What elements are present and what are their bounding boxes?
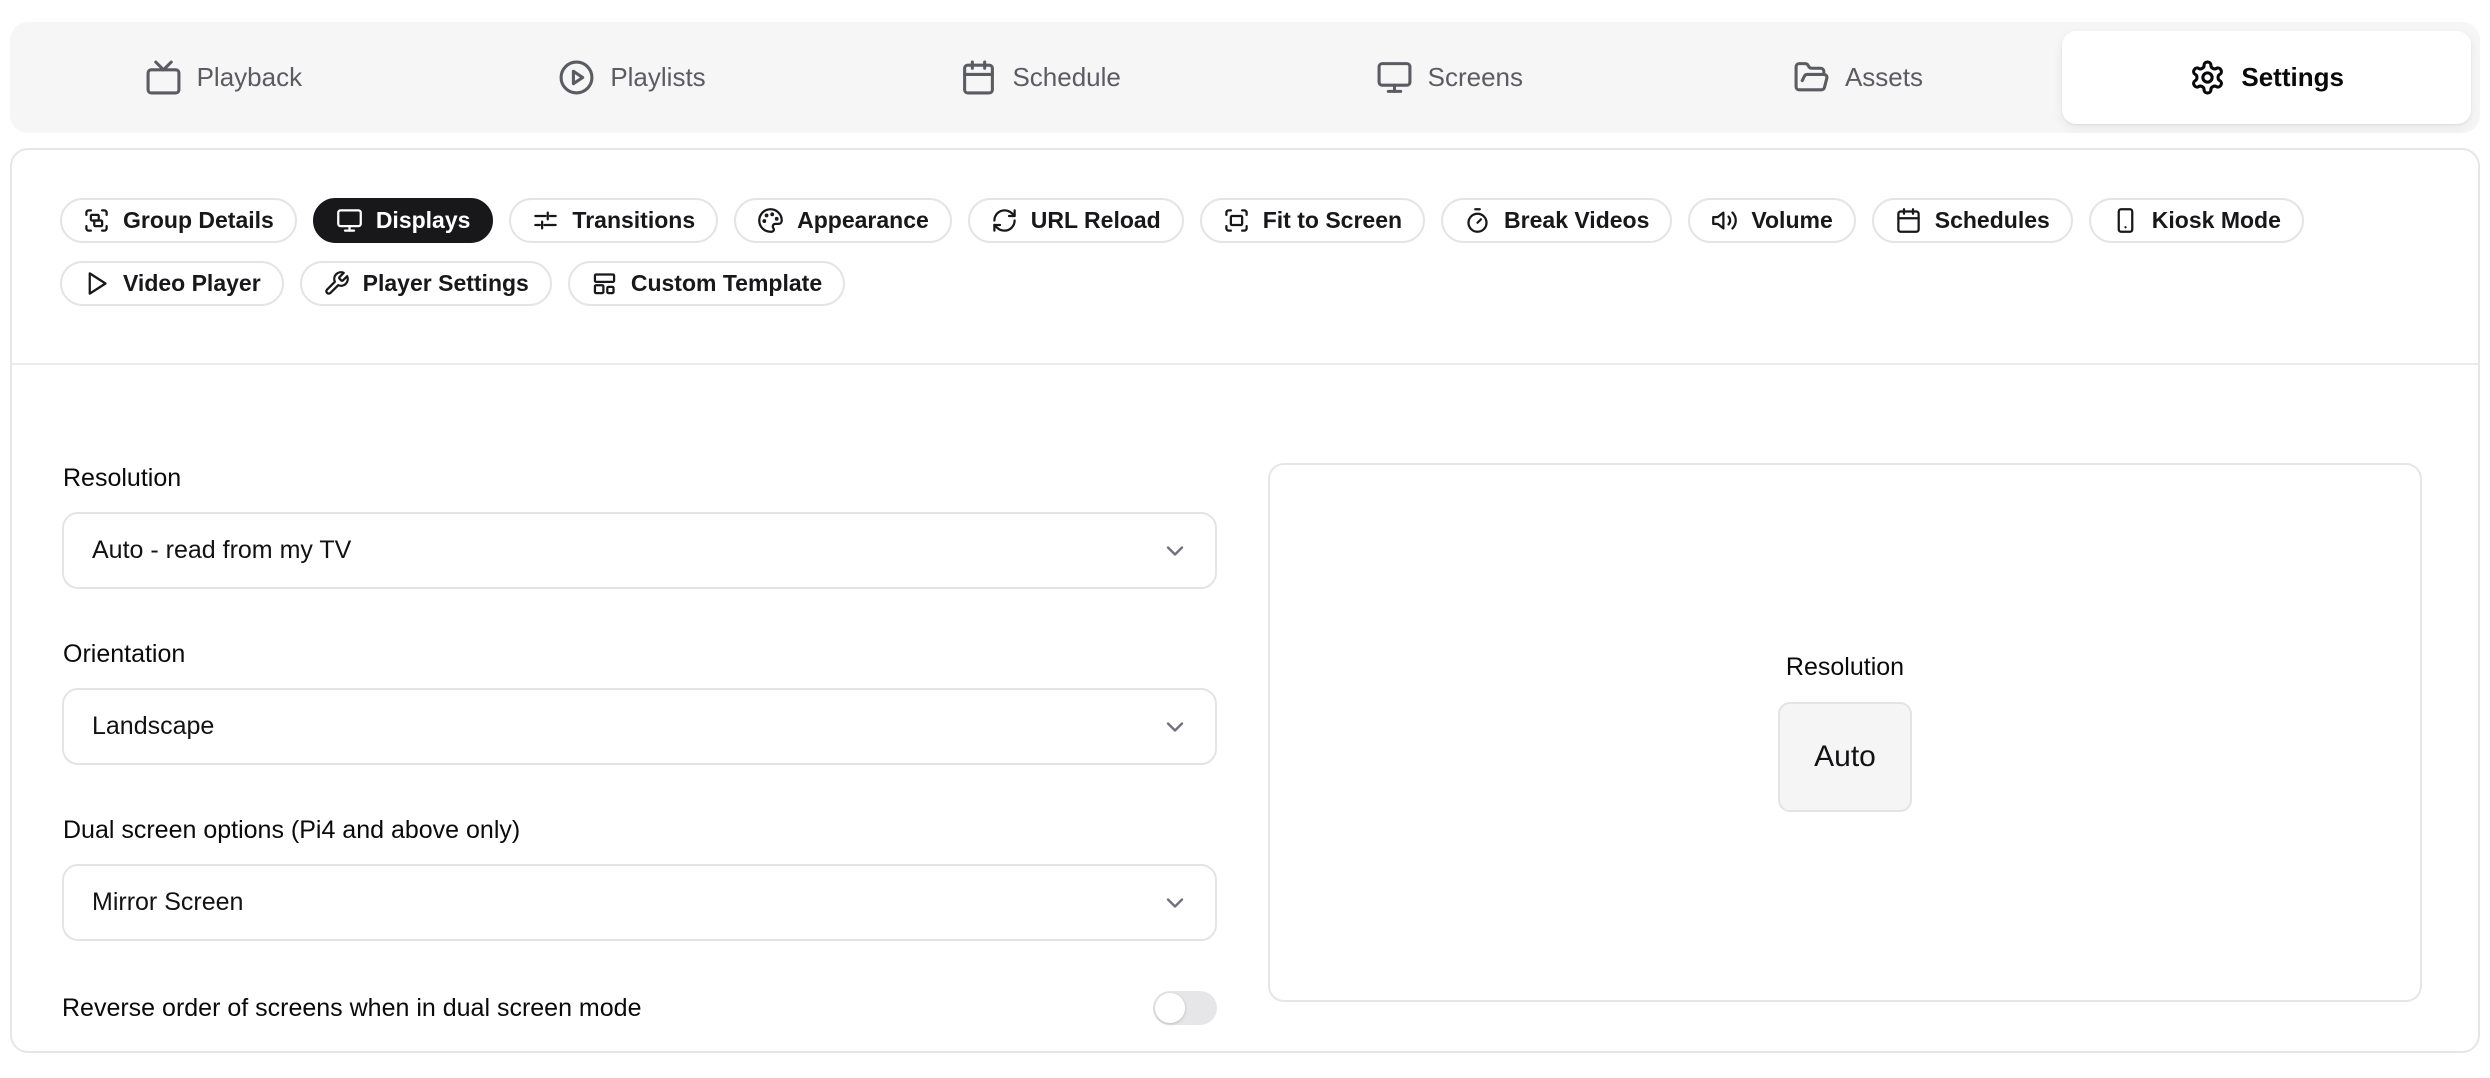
chip-group-details[interactable]: Group Details [60, 198, 297, 243]
chip-schedules[interactable]: Schedules [1872, 198, 2073, 243]
dual-screen-label: Dual screen options (Pi4 and above only) [63, 815, 1217, 846]
resolution-preview-panel: Resolution Auto [1268, 463, 2422, 1002]
settings-page: Playback Playlists Schedule Screens Asse… [0, 0, 2490, 1078]
chip-label: Appearance [797, 207, 929, 234]
tab-settings[interactable]: Settings [2062, 31, 2471, 124]
chip-label: Group Details [123, 207, 274, 234]
orientation-select-value: Landscape [92, 712, 214, 741]
chip-label: Kiosk Mode [2152, 207, 2281, 234]
tv-icon [145, 59, 182, 96]
circle-play-icon [558, 59, 595, 96]
chip-label: Fit to Screen [1263, 207, 1402, 234]
chip-volume[interactable]: Volume [1688, 198, 1855, 243]
top-nav: Playback Playlists Schedule Screens Asse… [10, 22, 2480, 133]
chevron-down-icon [1161, 713, 1189, 741]
chevron-down-icon [1161, 889, 1189, 917]
tab-label: Playlists [610, 62, 705, 93]
chip-label: Player Settings [363, 270, 529, 297]
chip-transitions[interactable]: Transitions [509, 198, 718, 243]
chip-break-videos[interactable]: Break Videos [1441, 198, 1672, 243]
preview-resolution-label: Resolution [1786, 653, 1904, 682]
settings-panel: Group Details Displays Transitions Appea… [10, 148, 2480, 1053]
tab-label: Schedule [1012, 62, 1120, 93]
chip-label: Displays [376, 207, 471, 234]
chip-label: Transitions [572, 207, 695, 234]
tab-label: Playback [197, 62, 303, 93]
reverse-order-toggle[interactable] [1153, 991, 1217, 1025]
chip-player-settings[interactable]: Player Settings [300, 261, 552, 306]
orientation-label: Orientation [63, 639, 1217, 670]
wrench-icon [323, 270, 350, 297]
chip-custom-template[interactable]: Custom Template [568, 261, 845, 306]
chip-url-reload[interactable]: URL Reload [968, 198, 1184, 243]
preview-resolution-value: Auto [1778, 702, 1912, 812]
chip-appearance[interactable]: Appearance [734, 198, 952, 243]
fullscreen-icon [1223, 207, 1250, 234]
tab-playback[interactable]: Playback [19, 31, 428, 124]
chip-displays[interactable]: Displays [313, 198, 494, 243]
folder-open-icon [1793, 59, 1830, 96]
chip-label: Volume [1751, 207, 1832, 234]
palette-icon [757, 207, 784, 234]
tab-schedule[interactable]: Schedule [836, 31, 1245, 124]
orientation-select[interactable]: Landscape [62, 688, 1217, 765]
group-icon [83, 207, 110, 234]
reverse-order-row: Reverse order of screens when in dual sc… [62, 991, 1217, 1025]
play-icon [83, 270, 110, 297]
tab-label: Settings [2241, 62, 2344, 93]
chip-kiosk-mode[interactable]: Kiosk Mode [2089, 198, 2304, 243]
displays-settings-content: Resolution Auto - read from my TV Orient… [12, 365, 2478, 1025]
smartphone-icon [2112, 207, 2139, 234]
tab-playlists[interactable]: Playlists [428, 31, 837, 124]
tab-label: Screens [1428, 62, 1523, 93]
chip-fit-to-screen[interactable]: Fit to Screen [1200, 198, 1425, 243]
timer-icon [1464, 207, 1491, 234]
reverse-order-label: Reverse order of screens when in dual sc… [62, 994, 641, 1023]
displays-form: Resolution Auto - read from my TV Orient… [62, 463, 1217, 1025]
resolution-select-value: Auto - read from my TV [92, 536, 351, 565]
chip-label: Schedules [1935, 207, 2050, 234]
sliders-icon [532, 207, 559, 234]
chip-label: Break Videos [1504, 207, 1649, 234]
monitor-icon [1376, 59, 1413, 96]
resolution-select[interactable]: Auto - read from my TV [62, 512, 1217, 589]
dual-screen-select-value: Mirror Screen [92, 888, 243, 917]
tab-assets[interactable]: Assets [1654, 31, 2063, 124]
calendar-icon [1895, 207, 1922, 234]
chevron-down-icon [1161, 537, 1189, 565]
resolution-label: Resolution [63, 463, 1217, 494]
tab-label: Assets [1845, 62, 1923, 93]
chip-label: URL Reload [1031, 207, 1161, 234]
tab-screens[interactable]: Screens [1245, 31, 1654, 124]
settings-category-chips: Group Details Displays Transitions Appea… [12, 150, 2478, 306]
refresh-icon [991, 207, 1018, 234]
calendar-icon [960, 59, 997, 96]
volume-icon [1711, 207, 1738, 234]
chip-video-player[interactable]: Video Player [60, 261, 284, 306]
chip-label: Custom Template [631, 270, 822, 297]
gear-icon [2189, 59, 2226, 96]
dual-screen-select[interactable]: Mirror Screen [62, 864, 1217, 941]
chip-label: Video Player [123, 270, 261, 297]
layout-icon [591, 270, 618, 297]
toggle-knob [1155, 993, 1185, 1023]
monitor-icon [336, 207, 363, 234]
